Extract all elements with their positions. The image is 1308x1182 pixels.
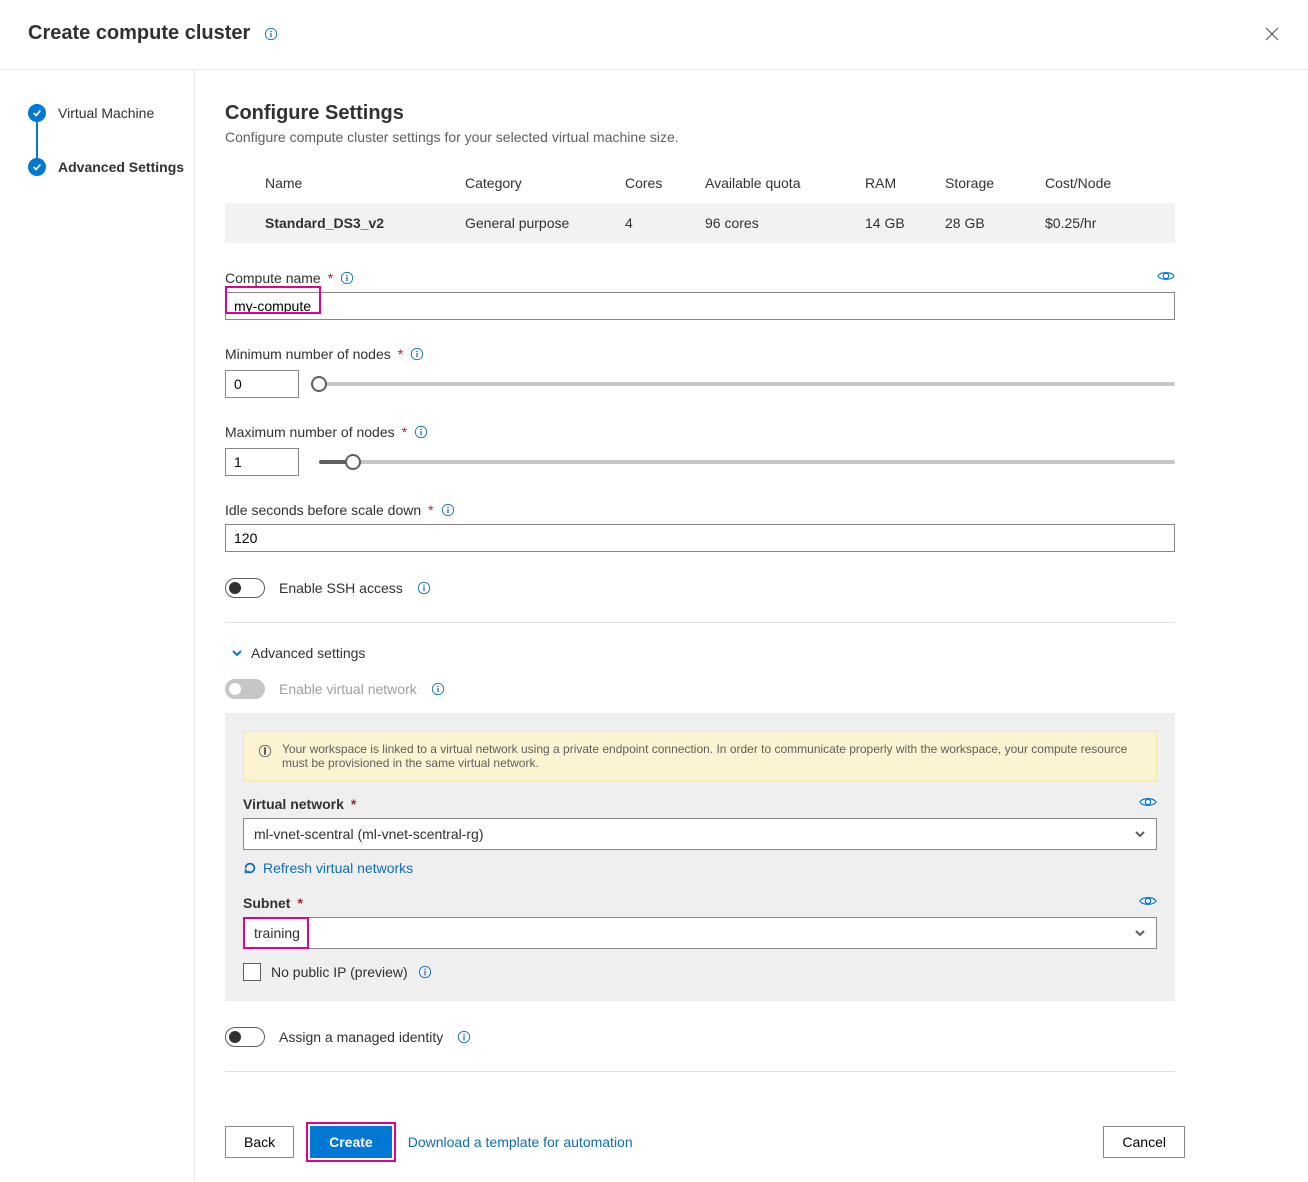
info-icon[interactable]: [417, 581, 431, 595]
info-icon[interactable]: [431, 682, 445, 696]
min-nodes-label: Minimum number of nodes: [225, 346, 391, 362]
cell-storage: 28 GB: [945, 215, 1045, 231]
subnet-select[interactable]: training: [243, 917, 1157, 949]
chevron-down-icon: [231, 647, 243, 659]
refresh-vnet-link[interactable]: Refresh virtual networks: [243, 860, 1157, 876]
check-icon: [28, 158, 46, 176]
step-connector: [36, 122, 194, 158]
step-label: Virtual Machine: [58, 105, 154, 121]
refresh-icon: [243, 861, 257, 875]
compute-name-label: Compute name: [225, 270, 321, 286]
col-storage: Storage: [945, 175, 1045, 191]
min-nodes-input[interactable]: [225, 370, 299, 398]
advanced-settings-expander[interactable]: Advanced settings: [225, 645, 1275, 661]
table-row: Standard_DS3_v2 General purpose 4 96 cor…: [225, 203, 1175, 243]
max-nodes-slider[interactable]: [319, 460, 1175, 464]
table-header: Name Category Cores Available quota RAM …: [225, 163, 1175, 203]
idle-seconds-label: Idle seconds before scale down: [225, 502, 421, 518]
cell-quota: 96 cores: [705, 215, 865, 231]
no-public-ip-checkbox[interactable]: [243, 963, 261, 981]
info-icon: [258, 744, 272, 758]
refresh-vnet-label: Refresh virtual networks: [263, 860, 413, 876]
required-mark: *: [402, 424, 407, 440]
check-icon: [28, 104, 46, 122]
back-button[interactable]: Back: [225, 1126, 294, 1158]
divider: [225, 622, 1175, 623]
preview-icon[interactable]: [1139, 894, 1157, 911]
col-ram: RAM: [865, 175, 945, 191]
step-virtual-machine[interactable]: Virtual Machine: [28, 104, 194, 122]
required-mark: *: [328, 270, 333, 286]
section-subtitle: Configure compute cluster settings for y…: [225, 129, 1275, 145]
step-advanced-settings[interactable]: Advanced Settings: [28, 158, 194, 176]
info-icon[interactable]: [414, 425, 428, 439]
step-label: Advanced Settings: [58, 159, 184, 175]
info-icon[interactable]: [418, 965, 432, 979]
col-quota: Available quota: [705, 175, 865, 191]
section-title: Configure Settings: [225, 102, 1275, 125]
cell-ram: 14 GB: [865, 215, 945, 231]
preview-icon[interactable]: [1157, 269, 1175, 286]
create-button[interactable]: Create: [310, 1126, 392, 1158]
chevron-down-icon: [1134, 927, 1146, 939]
stepper: Virtual Machine Advanced Settings: [0, 70, 195, 1182]
enable-vnet-toggle[interactable]: [225, 679, 265, 699]
info-icon[interactable]: [441, 503, 455, 517]
vnet-note-text: Your workspace is linked to a virtual ne…: [282, 742, 1142, 770]
vnet-label: Virtual network: [243, 796, 344, 812]
col-cores: Cores: [625, 175, 705, 191]
required-mark: *: [398, 346, 403, 362]
col-category: Category: [465, 175, 625, 191]
max-nodes-label: Maximum number of nodes: [225, 424, 395, 440]
idle-seconds-input[interactable]: [225, 524, 1175, 552]
divider: [225, 1071, 1175, 1072]
preview-icon[interactable]: [1139, 795, 1157, 812]
cell-category: General purpose: [465, 215, 625, 231]
compute-name-input[interactable]: [225, 292, 1175, 320]
highlight-box: Create: [306, 1122, 396, 1162]
vnet-panel: Your workspace is linked to a virtual ne…: [225, 713, 1175, 1001]
min-nodes-slider[interactable]: [319, 382, 1175, 386]
vnet-value: ml-vnet-scentral (ml-vnet-scentral-rg): [254, 826, 483, 842]
managed-identity-toggle[interactable]: [225, 1027, 265, 1047]
col-cost: Cost/Node: [1045, 175, 1165, 191]
vm-size-table: Name Category Cores Available quota RAM …: [225, 163, 1175, 243]
chevron-down-icon: [1134, 828, 1146, 840]
required-mark: *: [351, 796, 356, 812]
close-icon[interactable]: [1264, 26, 1280, 42]
cell-name: Standard_DS3_v2: [265, 215, 465, 231]
subnet-label: Subnet: [243, 895, 290, 911]
max-nodes-input[interactable]: [225, 448, 299, 476]
vnet-select[interactable]: ml-vnet-scentral (ml-vnet-scentral-rg): [243, 818, 1157, 850]
dialog-header: Create compute cluster: [0, 0, 1308, 70]
enable-ssh-label: Enable SSH access: [279, 580, 403, 596]
cell-cores: 4: [625, 215, 705, 231]
info-icon[interactable]: [410, 347, 424, 361]
enable-vnet-label: Enable virtual network: [279, 681, 417, 697]
dialog-title: Create compute cluster: [28, 22, 250, 45]
info-icon[interactable]: [457, 1030, 471, 1044]
required-mark: *: [428, 502, 433, 518]
info-icon[interactable]: [340, 271, 354, 285]
required-mark: *: [297, 895, 302, 911]
advanced-settings-label: Advanced settings: [251, 645, 365, 661]
managed-identity-label: Assign a managed identity: [279, 1029, 443, 1045]
cell-cost: $0.25/hr: [1045, 215, 1165, 231]
cancel-button[interactable]: Cancel: [1103, 1126, 1185, 1158]
col-name: Name: [265, 175, 465, 191]
no-public-ip-label: No public IP (preview): [271, 964, 408, 980]
vnet-info-note: Your workspace is linked to a virtual ne…: [243, 731, 1157, 781]
download-template-link[interactable]: Download a template for automation: [408, 1134, 633, 1150]
info-icon[interactable]: [264, 27, 278, 41]
enable-ssh-toggle[interactable]: [225, 578, 265, 598]
subnet-value: training: [254, 925, 300, 941]
